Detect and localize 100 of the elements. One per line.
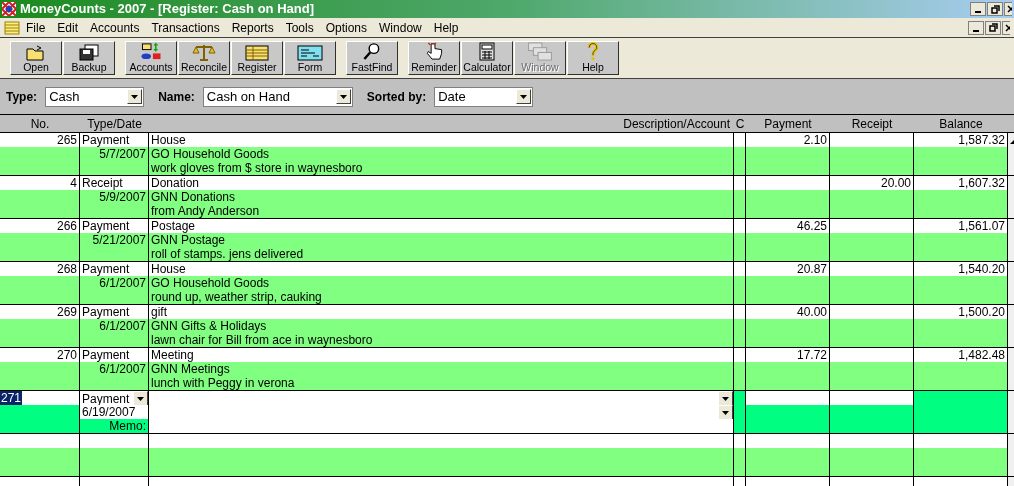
table-cell: 6/1/2007 xyxy=(80,362,149,376)
magnifier-icon xyxy=(362,42,382,61)
filter-dropdown[interactable]: Cash on Hand xyxy=(202,86,353,107)
question-mark-icon xyxy=(586,42,600,61)
table-cell: 20.87 xyxy=(746,262,830,276)
table-cell: 1,561.07 xyxy=(914,219,1008,233)
table-cell: 6/1/2007 xyxy=(80,276,149,290)
column-header: Payment xyxy=(764,117,812,131)
table-cell: Postage xyxy=(149,219,734,233)
column-header: Type/Date xyxy=(87,117,142,131)
table-cell: 268 xyxy=(0,262,80,276)
menu-item[interactable]: Transactions xyxy=(151,18,220,37)
table-cell: roll of stamps. jens delivered xyxy=(149,247,734,261)
toolbar-button[interactable]: FastFind xyxy=(346,41,398,75)
table-cell: 4 xyxy=(0,176,80,190)
table-cell xyxy=(734,276,746,290)
table-cell: Meeting xyxy=(149,348,734,362)
scales-icon xyxy=(192,43,216,61)
restore-button[interactable] xyxy=(985,20,1001,35)
table-cell: 1,587.32 xyxy=(914,133,1008,147)
table-cell: House xyxy=(149,262,734,276)
table-cell: from Andy Anderson xyxy=(149,204,734,218)
menu-item[interactable]: Tools xyxy=(285,18,314,37)
table-cell: 1,607.32 xyxy=(914,176,1008,190)
calculator-icon xyxy=(479,42,495,61)
menu-item[interactable]: Accounts xyxy=(90,18,140,37)
windows-icon xyxy=(527,42,553,61)
check-number-field[interactable]: 271 xyxy=(0,391,23,405)
minimize-button[interactable] xyxy=(968,20,984,35)
table-cell: 40.00 xyxy=(746,305,830,319)
table-cell: work gloves from $ store in waynesboro xyxy=(149,161,734,175)
pointing-hand-icon xyxy=(424,42,444,61)
table-cell xyxy=(734,190,746,204)
menu-item[interactable]: Help xyxy=(433,18,459,37)
scroll-up-arrow-icon xyxy=(1008,139,1014,147)
toolbar-button[interactable]: Backup xyxy=(63,41,115,75)
table-cell: Payment xyxy=(80,348,149,362)
close-button[interactable] xyxy=(1004,2,1012,16)
table-cell: GNN Gifts & Holidays xyxy=(149,319,734,333)
table-cell: 1,482.48 xyxy=(914,348,1008,362)
table-cell xyxy=(734,448,746,462)
memo-field[interactable] xyxy=(149,419,734,433)
table-cell: Receipt xyxy=(80,176,149,190)
table-cell: Payment xyxy=(80,262,149,276)
form-card-icon xyxy=(297,45,323,61)
table-cell: 17.72 xyxy=(746,348,830,362)
table-cell: lawn chair for Bill from ace in waynesboro xyxy=(149,333,734,347)
column-header: Description/Account xyxy=(623,117,730,131)
minimize-button[interactable] xyxy=(970,2,986,16)
toolbar-button[interactable]: Open xyxy=(10,41,62,75)
document-icon xyxy=(4,20,20,35)
menu-item[interactable]: File xyxy=(26,18,46,37)
table-cell: 6/1/2007 xyxy=(80,319,149,333)
table-cell: 5/7/2007 xyxy=(80,147,149,161)
table-cell: GNN Postage xyxy=(149,233,734,247)
table-cell: GO Household Goods xyxy=(149,147,734,161)
close-button[interactable] xyxy=(1002,20,1010,35)
table-cell xyxy=(734,362,746,376)
filter-label: Sorted by: xyxy=(366,88,427,106)
table-cell: Donation xyxy=(149,176,734,190)
table-cell: House xyxy=(149,133,734,147)
toolbar-button[interactable]: Calculator xyxy=(461,41,513,75)
menu-item[interactable]: Reports xyxy=(231,18,274,37)
toolbar-button[interactable]: Help xyxy=(567,41,619,75)
toolbar-button[interactable]: Form xyxy=(284,41,336,75)
filter-label: Type: xyxy=(6,88,38,106)
table-cell: 1,500.20 xyxy=(914,305,1008,319)
window-title: MoneyCounts - 2007 - [Register: Cash on Hand] xyxy=(20,0,314,19)
column-header: No. xyxy=(30,117,50,131)
floppy-disk-icon xyxy=(79,44,99,61)
table-cell: 269 xyxy=(0,305,80,319)
folder-icon xyxy=(26,45,46,61)
table-cell: 270 xyxy=(0,348,80,362)
table-cell: 266 xyxy=(0,219,80,233)
restore-button[interactable] xyxy=(987,2,1003,16)
column-header: C xyxy=(735,117,745,131)
filter-dropdown[interactable]: Date xyxy=(434,86,534,107)
table-cell: gift xyxy=(149,305,734,319)
menu-item[interactable]: Edit xyxy=(57,18,79,37)
table-cell: 46.25 xyxy=(746,219,830,233)
table-cell: GNN Donations xyxy=(149,190,734,204)
table-cell xyxy=(734,319,746,333)
people-money-icon xyxy=(140,42,162,61)
toolbar-button[interactable]: Register xyxy=(231,41,283,75)
table-cell: 5/9/2007 xyxy=(80,190,149,204)
ledger-grid-icon xyxy=(245,45,269,61)
table-cell: GO Household Goods xyxy=(149,276,734,290)
table-cell: 2.10 xyxy=(746,133,830,147)
menu-item[interactable]: Options xyxy=(325,18,368,37)
toolbar-button[interactable]: Accounts xyxy=(125,41,177,75)
table-cell: lunch with Peggy in verona xyxy=(149,376,734,390)
column-header: Receipt xyxy=(851,117,893,131)
filter-dropdown[interactable]: Cash xyxy=(45,86,145,107)
table-cell: 265 xyxy=(0,133,80,147)
toolbar-button[interactable]: Reminder xyxy=(408,41,460,75)
menu-item[interactable]: Window xyxy=(379,18,422,37)
table-cell: Payment xyxy=(80,305,149,319)
table-cell xyxy=(734,147,746,161)
column-header: Balance xyxy=(939,117,983,131)
toolbar-button[interactable]: Reconcile xyxy=(178,41,230,75)
